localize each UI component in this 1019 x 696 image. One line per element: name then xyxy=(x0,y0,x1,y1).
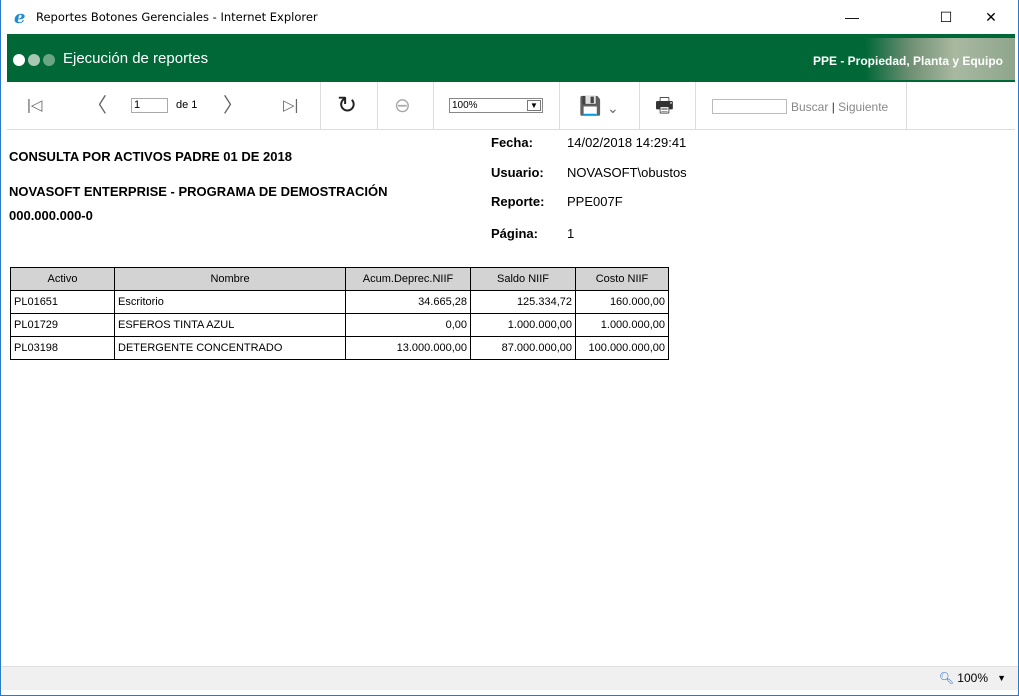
table-row: PL01651 Escritorio 34.665,28 125.334,72 … xyxy=(10,290,669,314)
column-header: Activo xyxy=(10,267,115,291)
assets-table: Activo Nombre Acum.Deprec.NIIF Saldo NII… xyxy=(10,267,669,360)
cell-nombre: ESFEROS TINTA AZUL xyxy=(114,313,346,337)
page-value: 1 xyxy=(567,226,575,241)
title-bar: e Reportes Botones Gerenciales - Interne… xyxy=(1,0,1018,34)
cell-nombre: Escritorio xyxy=(114,290,346,314)
company-name: NOVASOFT ENTERPRISE - PROGRAMA DE DEMOST… xyxy=(9,184,388,199)
column-header: Saldo NIIF xyxy=(470,267,576,291)
user-label: Usuario: xyxy=(491,165,544,180)
module-title: PPE - Propiedad, Planta y Equipo xyxy=(812,54,1003,68)
zoom-level-button[interactable]: 🔍︎ 100% xyxy=(939,671,988,685)
report-title: CONSULTA POR ACTIVOS PADRE 01 DE 2018 xyxy=(9,149,292,164)
zoom-level: 100% xyxy=(957,671,988,685)
report-code-label: Reporte: xyxy=(491,194,545,209)
cell-acum-deprec: 34.665,28 xyxy=(345,290,471,314)
date-label: Fecha: xyxy=(491,135,533,150)
page-number-input[interactable]: 1 xyxy=(131,98,168,113)
back-icon[interactable]: ⊖ xyxy=(394,94,411,118)
maximize-button[interactable]: ☐ xyxy=(923,0,969,34)
cell-saldo: 1.000.000,00 xyxy=(470,313,576,337)
internet-explorer-icon: e xyxy=(14,7,26,28)
previous-page-icon[interactable]: 〈 xyxy=(87,94,107,118)
first-page-icon[interactable]: |◁ xyxy=(27,94,42,118)
cell-costo: 100.000.000,00 xyxy=(575,336,669,360)
cell-acum-deprec: 13.000.000,00 xyxy=(345,336,471,360)
last-page-icon[interactable]: ▷| xyxy=(283,94,298,118)
table-header-row: Activo Nombre Acum.Deprec.NIIF Saldo NII… xyxy=(10,267,669,291)
cell-activo: PL01651 xyxy=(10,290,115,314)
zoom-dropdown-icon[interactable]: ▼ xyxy=(997,673,1006,683)
app-header: Ejecución de reportes PPE - Propiedad, P… xyxy=(7,34,1015,82)
column-header: Nombre xyxy=(114,267,346,291)
cell-costo: 160.000,00 xyxy=(575,290,669,314)
app-title: Ejecución de reportes xyxy=(63,50,209,67)
date-value: 14/02/2018 14:29:41 xyxy=(567,135,687,150)
page-count: de 1 xyxy=(176,99,198,111)
table-row: PL01729 ESFEROS TINTA AZUL 0,00 1.000.00… xyxy=(10,313,669,337)
status-bar: 🔍︎ 100% ▼ xyxy=(2,666,1018,690)
column-header: Costo NIIF xyxy=(575,267,669,291)
user-value: NOVASOFT\obustos xyxy=(567,165,687,180)
company-nit: 000.000.000-0 xyxy=(9,208,93,223)
find-next-link[interactable]: Siguiente xyxy=(838,100,888,114)
save-icon[interactable]: 💾 xyxy=(579,94,601,118)
zoom-magnifier-icon: 🔍︎ xyxy=(938,671,954,685)
cell-costo: 1.000.000,00 xyxy=(575,313,669,337)
next-page-icon[interactable]: 〉 xyxy=(223,94,243,118)
save-dropdown-icon[interactable]: ⌄ xyxy=(607,96,619,120)
chevron-down-icon: ▼ xyxy=(527,100,541,111)
find-separator: | xyxy=(831,100,835,114)
cell-nombre: DETERGENTE CONCENTRADO xyxy=(114,336,346,360)
cell-saldo: 87.000.000,00 xyxy=(470,336,576,360)
zoom-value: 100% xyxy=(452,100,478,111)
table-row: PL03198 DETERGENTE CONCENTRADO 13.000.00… xyxy=(10,336,669,360)
report-code-value: PPE007F xyxy=(567,194,623,209)
report-content: CONSULTA POR ACTIVOS PADRE 01 DE 2018 NO… xyxy=(7,131,1015,666)
report-toolbar: |◁ 〈 1 de 1 〉 ▷| ↻ ⊖ 100% ▼ 💾 ⌄ 🖶 Buscar … xyxy=(7,82,1015,130)
browser-window: e Reportes Botones Gerenciales - Interne… xyxy=(0,0,1019,696)
cell-acum-deprec: 0,00 xyxy=(345,313,471,337)
search-input[interactable] xyxy=(712,99,787,114)
page-label: Página: xyxy=(491,226,538,241)
close-button[interactable]: ✕ xyxy=(968,0,1014,34)
print-icon[interactable]: 🖶 xyxy=(655,94,674,118)
find-link[interactable]: Buscar xyxy=(791,100,828,114)
refresh-icon[interactable]: ↻ xyxy=(337,94,357,118)
zoom-select[interactable]: 100% ▼ xyxy=(449,98,543,113)
cell-saldo: 125.334,72 xyxy=(470,290,576,314)
cell-activo: PL01729 xyxy=(10,313,115,337)
cell-activo: PL03198 xyxy=(10,336,115,360)
window-title: Reportes Botones Gerenciales - Internet … xyxy=(36,10,318,24)
column-header: Acum.Deprec.NIIF xyxy=(345,267,471,291)
logo-dots-icon xyxy=(13,54,55,66)
minimize-button[interactable]: — xyxy=(829,0,875,34)
